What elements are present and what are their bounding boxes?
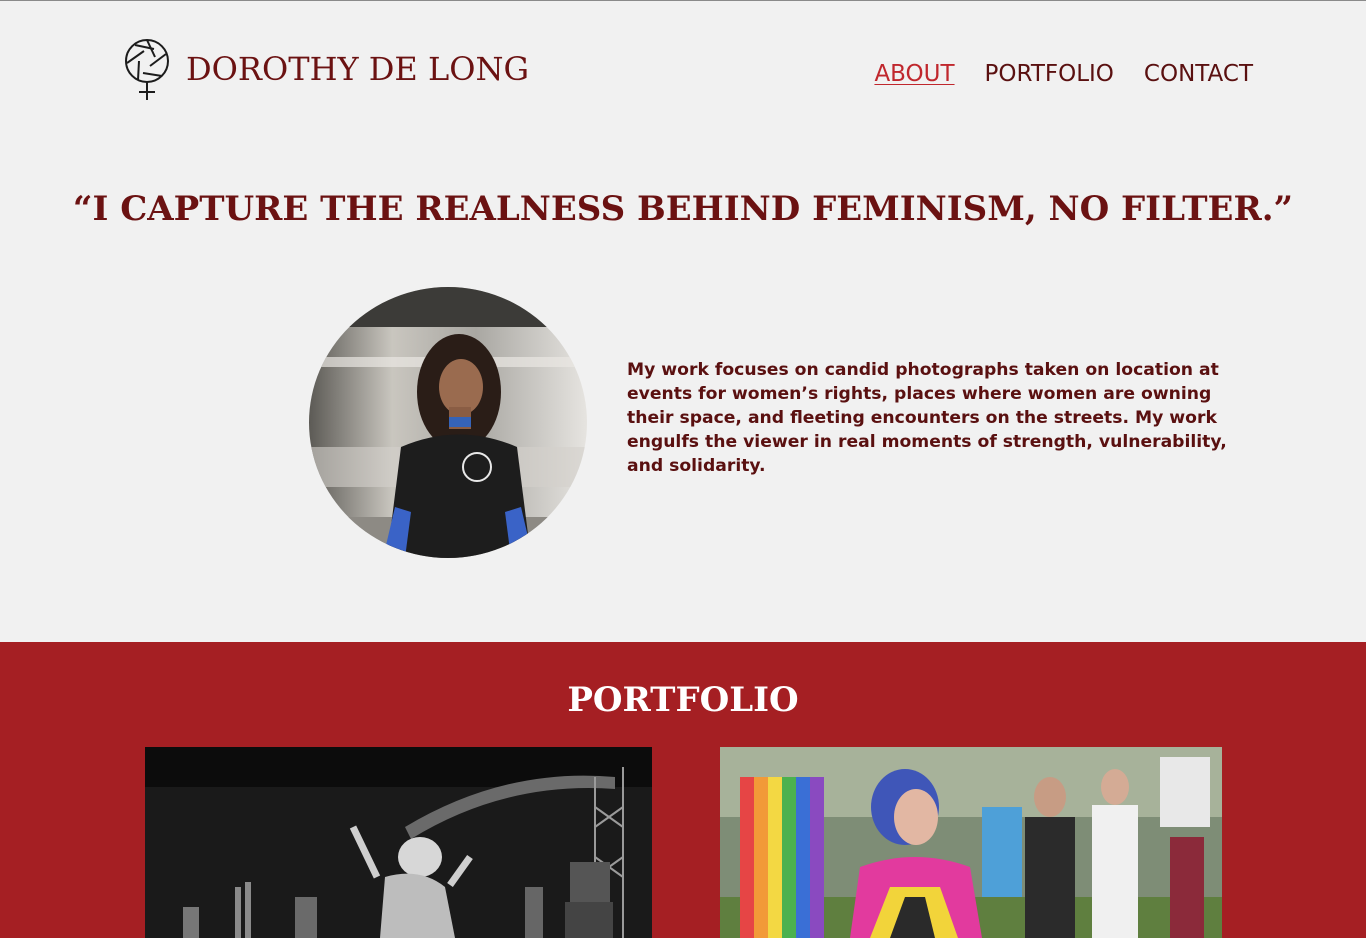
site-brand[interactable]: DOROTHY DE LONG (186, 50, 529, 88)
portrait-photo (309, 287, 587, 558)
hero-quote: “I CAPTURE THE REALNESS BEHIND FEMINISM,… (72, 189, 1294, 229)
portfolio-heading: PORTFOLIO (567, 680, 799, 720)
main-nav: ABOUT PORTFOLIO CONTACT (874, 60, 1253, 88)
portfolio-section: PORTFOLIO (0, 642, 1366, 938)
bio-text: My work focuses on candid photographs ta… (627, 360, 1227, 476)
nav-about-link[interactable]: ABOUT (874, 60, 954, 88)
aperture-female-symbol-icon[interactable] (122, 36, 172, 102)
site-header: DOROTHY DE LONG ABOUT PORTFOLIO CONTACT (0, 0, 1366, 140)
nav-portfolio-link[interactable]: PORTFOLIO (985, 60, 1114, 88)
portfolio-photo-pride[interactable] (720, 747, 1222, 938)
portfolio-photo-concert[interactable] (145, 747, 652, 938)
nav-contact-link[interactable]: CONTACT (1144, 60, 1253, 88)
